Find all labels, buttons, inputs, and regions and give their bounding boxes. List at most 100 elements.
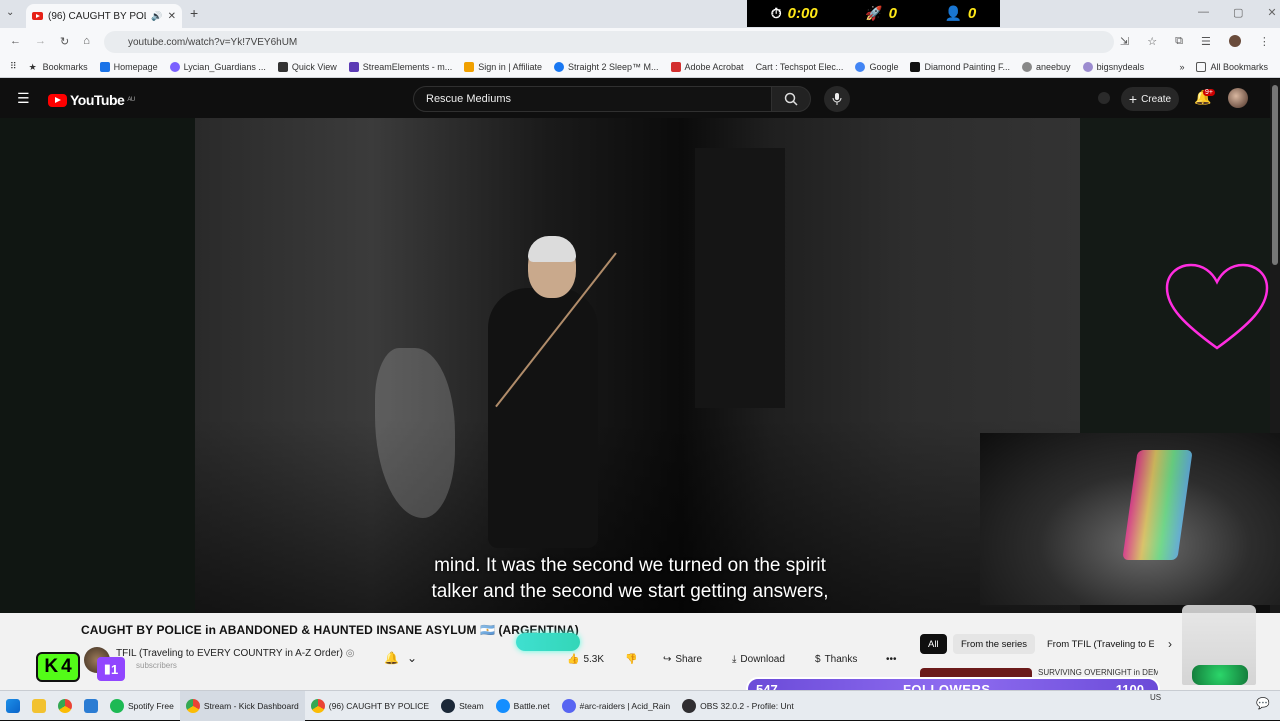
browser-menu-icon[interactable]: ⋮ (1259, 35, 1270, 48)
discord-icon (561, 698, 576, 713)
hamburger-menu-icon[interactable]: ☰ (17, 90, 30, 107)
tab-list-chevron-icon[interactable]: ⌄ (6, 7, 14, 18)
taskbar-discord[interactable]: #arc-raiders | Acid_Rain (556, 691, 677, 721)
search-button[interactable] (771, 86, 811, 112)
language-indicator: US (1150, 693, 1162, 702)
browser-tab-strip: ⌄ (96) CAUGHT BY POLICE in 🔊 ✕ + — ▢ ✕ (0, 0, 1280, 28)
taskbar-obs[interactable]: OBS 32.0.2 - Profile: Unt (676, 691, 800, 721)
bookmark-item[interactable]: Adobe Acrobat (670, 61, 744, 72)
taskbar-file-explorer[interactable] (26, 691, 52, 721)
bookmark-icon (1022, 61, 1033, 72)
taskbar-chrome[interactable] (52, 691, 78, 721)
bookmark-item[interactable]: Sign in | Affiliate (464, 61, 542, 72)
bookmark-item[interactable]: bigsnydeals (1082, 61, 1144, 72)
bell-icon: 🔔 (384, 651, 399, 665)
bookmark-item[interactable]: Cart : Techspot Elec... (756, 62, 844, 72)
taskbar-youtube-video[interactable]: (96) CAUGHT BY POLICE (305, 691, 435, 721)
star-icon[interactable]: ☆ (1147, 35, 1157, 48)
taskbar-spotify[interactable]: Spotify Free (104, 691, 180, 721)
taskbar-kick-dashboard[interactable]: Stream - Kick Dashboard (179, 690, 305, 721)
youtube-logo[interactable]: YouTube AU (48, 92, 135, 108)
thumbs-down-icon: 👎 (625, 653, 638, 665)
channel-name[interactable]: TFIL (Traveling to EVERY COUNTRY in A-Z … (116, 648, 354, 659)
star-icon: ★ (28, 61, 37, 72)
search-input[interactable]: Rescue Mediums (413, 86, 772, 112)
stat-boosts: 🚀 0 (865, 5, 897, 22)
bookmark-item[interactable]: aneebuy (1022, 61, 1071, 72)
minimize-icon[interactable]: — (1198, 6, 1209, 19)
chevron-down-icon: ⌄ (406, 651, 418, 665)
install-icon[interactable]: ⇲ (1120, 35, 1129, 48)
thanks-button[interactable]: $ Thanks (815, 651, 857, 667)
voice-search-button[interactable] (824, 86, 850, 112)
bookmark-item[interactable]: Diamond Painting F... (910, 61, 1010, 72)
new-tab-icon[interactable]: + (190, 5, 198, 21)
tab-close-icon[interactable]: ✕ (168, 11, 176, 22)
user-icon: 👤 (944, 5, 962, 21)
nav-buttons: ← → ↻ ⌂ (10, 35, 90, 48)
search-icon (784, 92, 798, 106)
thumbs-up-icon: 👍 (567, 653, 580, 665)
bookmark-item[interactable]: Quick View (277, 61, 337, 72)
bookmark-item[interactable]: Lycian_Guardians ... (169, 61, 266, 72)
window-close-icon[interactable]: ✕ (1267, 6, 1276, 19)
taskbar-edge[interactable] (78, 691, 104, 721)
more-actions-icon[interactable]: ••• (886, 651, 897, 667)
forward-icon[interactable]: → (35, 35, 46, 48)
subtitle-line-1: mind. It was the second we turned on the… (434, 555, 826, 576)
subtitle-line-2: talker and the second we start getting a… (431, 581, 829, 602)
share-button[interactable]: ↪ Share (663, 651, 702, 667)
home-icon[interactable]: ⌂ (83, 35, 90, 48)
chip-from-channel[interactable]: From TFIL (Traveling to E (1039, 634, 1154, 654)
more-bookmarks-icon[interactable]: » (1179, 62, 1184, 72)
folder-icon (32, 698, 46, 713)
like-button[interactable]: 👍 5.3K (567, 651, 604, 667)
account-avatar[interactable] (1228, 88, 1248, 108)
extensions-icon[interactable]: ⧉ (1175, 35, 1183, 48)
reading-list-icon[interactable]: ☰ (1201, 35, 1211, 48)
chips-next-icon[interactable]: › (1168, 637, 1172, 651)
video-title: CAUGHT BY POLICE in ABANDONED & HAUNTED … (81, 623, 579, 637)
chip-from-series[interactable]: From the series (953, 634, 1035, 654)
folder-icon (1196, 61, 1207, 72)
taskbar-steam[interactable]: Steam (435, 691, 490, 721)
browser-tab-active[interactable]: (96) CAUGHT BY POLICE in 🔊 ✕ (26, 4, 182, 28)
adobe-icon (670, 61, 681, 72)
bookmark-icon (169, 61, 180, 72)
dislike-button[interactable]: 👎 (625, 651, 637, 667)
app-icon (84, 698, 98, 713)
apps-icon[interactable]: ⠿ (10, 61, 17, 72)
profile-avatar[interactable] (1228, 35, 1241, 47)
bookmark-item[interactable]: Google (855, 61, 898, 72)
maximize-icon[interactable]: ▢ (1233, 6, 1243, 19)
all-bookmarks[interactable]: All Bookmarks (1196, 61, 1268, 72)
amazon-icon (277, 61, 288, 72)
chip-all[interactable]: All (920, 634, 947, 654)
subscribe-bell[interactable]: 🔔 ⌄ (384, 651, 417, 665)
download-button[interactable]: ⤓ Download (732, 651, 785, 667)
audio-icon[interactable]: 🔊 (151, 11, 162, 22)
region-label: AU (127, 97, 135, 103)
bookmark-item[interactable]: ★ Bookmarks (29, 62, 88, 72)
start-button[interactable] (0, 691, 26, 721)
extension-icon[interactable] (1098, 92, 1110, 104)
system-tray[interactable]: US (1150, 693, 1161, 702)
bookmark-item[interactable]: Homepage (99, 61, 158, 72)
scrollbar-thumb[interactable] (1272, 85, 1278, 265)
chrome-icon (58, 698, 72, 713)
bookmark-item[interactable]: StreamElements - m... (348, 61, 452, 72)
video-player[interactable] (195, 118, 1080, 613)
notification-center-icon[interactable]: 💬 (1256, 697, 1270, 710)
taskbar-battlenet[interactable]: Battle.net (490, 691, 556, 721)
reload-icon[interactable]: ↻ (60, 35, 69, 48)
address-bar[interactable]: youtube.com/watch?v=Yk!7VEY6hUM (104, 31, 1114, 53)
microphone-icon (832, 93, 842, 105)
youtube-play-icon (48, 93, 67, 107)
overlay-progress-pill (516, 633, 580, 651)
heart-overlay-icon (1164, 262, 1270, 354)
create-button[interactable]: + Create (1121, 87, 1179, 111)
twitch-count: 1 (110, 661, 119, 677)
bookmark-item[interactable]: Straight 2 Sleep™ M... (553, 61, 659, 72)
back-icon[interactable]: ← (10, 35, 21, 48)
kick-logo-icon: K (44, 656, 59, 677)
